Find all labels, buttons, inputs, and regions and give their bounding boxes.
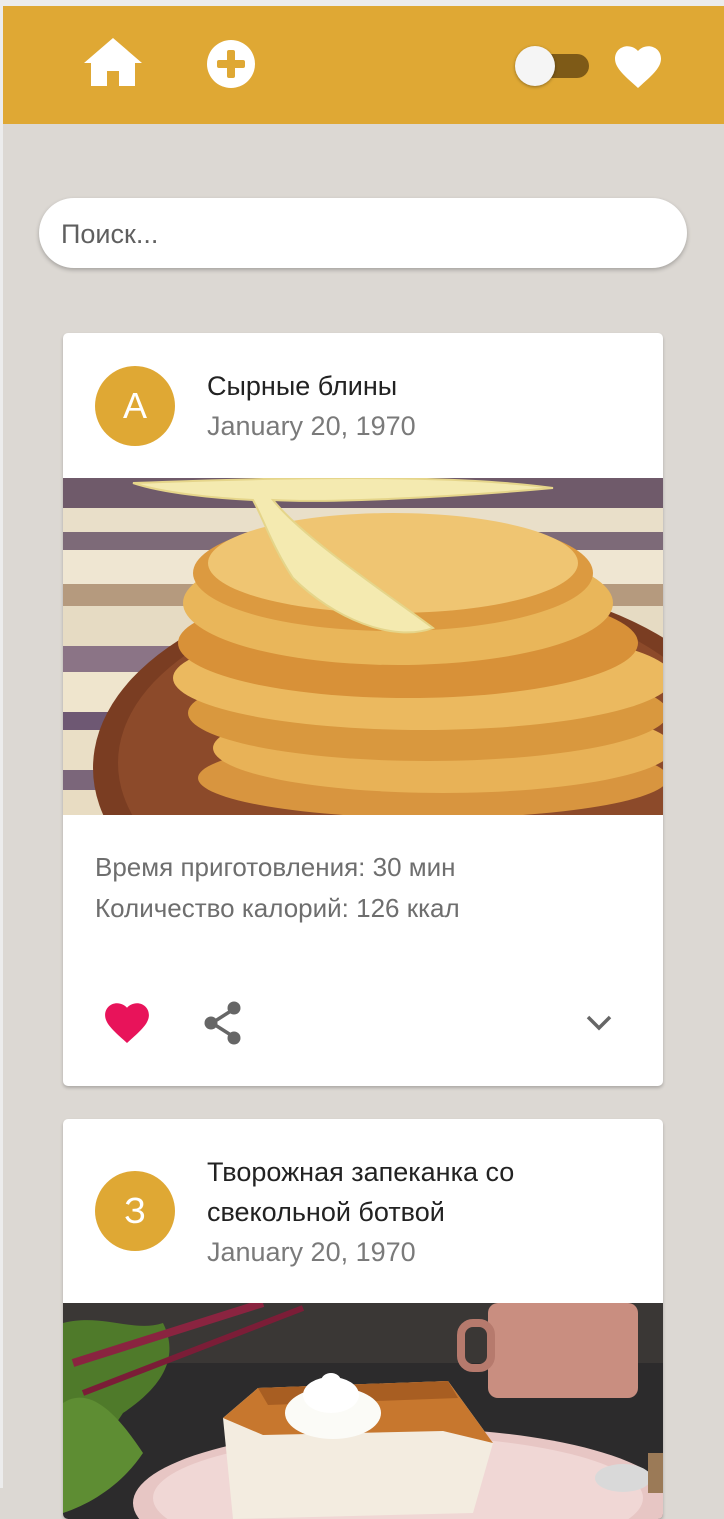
chevron-down-icon (586, 1015, 612, 1031)
recipe-card[interactable]: З Творожная запеканка со свекольной ботв… (63, 1119, 663, 1519)
toggle-thumb (515, 46, 555, 86)
recipe-date: January 20, 1970 (207, 411, 416, 441)
window-frame-left (0, 0, 3, 1488)
theme-toggle[interactable] (515, 46, 591, 86)
app-bar (3, 6, 724, 124)
share-icon (204, 1001, 241, 1045)
recipe-info: Время приготовления: 30 мин Количество к… (95, 847, 460, 929)
home-button[interactable] (82, 36, 144, 88)
recipe-title: Сырные блины (207, 371, 398, 401)
share-button[interactable] (203, 1001, 243, 1045)
recipe-date: January 20, 1970 (207, 1237, 416, 1267)
cooking-time: Время приготовления: 30 мин (95, 852, 456, 882)
like-button[interactable] (105, 1003, 149, 1043)
avatar: А (95, 366, 175, 446)
add-recipe-button[interactable] (205, 38, 257, 90)
search-input[interactable] (59, 198, 663, 270)
recipe-photo (63, 1303, 663, 1519)
avatar: З (95, 1171, 175, 1251)
calories: Количество калорий: 126 ккал (95, 893, 460, 923)
heart-icon (615, 46, 661, 88)
search-bar (39, 198, 687, 270)
recipe-card[interactable]: А Сырные блины January 20, 1970 Время пр… (63, 333, 663, 1086)
home-icon (84, 38, 142, 86)
add-circle-icon (207, 40, 255, 88)
expand-button[interactable] (583, 1009, 615, 1037)
recipe-photo (63, 478, 663, 815)
heart-icon (105, 1003, 149, 1043)
favorites-button[interactable] (615, 46, 661, 88)
recipe-title: Творожная запеканка со свекольной ботвой (207, 1157, 515, 1227)
